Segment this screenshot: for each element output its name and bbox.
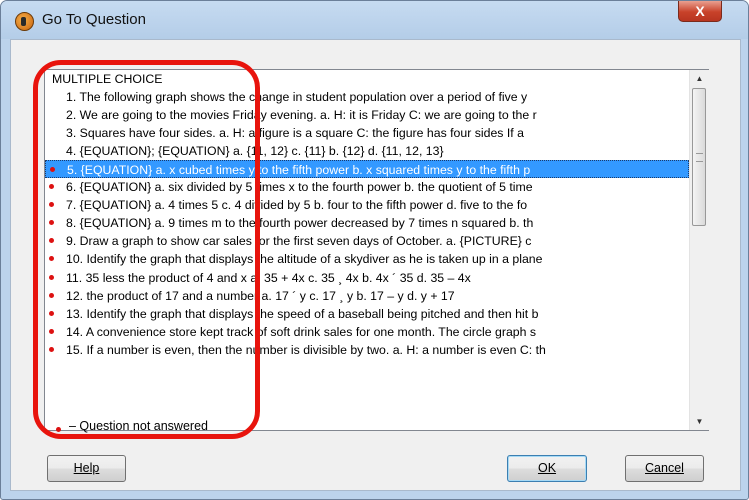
legend-label: – Question not answered	[69, 419, 208, 433]
help-button[interactable]: Help	[47, 455, 126, 482]
question-text: 10. Identify the graph that displays the…	[66, 252, 543, 267]
question-text: 13. Identify the graph that displays the…	[66, 306, 539, 321]
question-row[interactable]: 1. The following graph shows the change …	[45, 88, 689, 106]
unanswered-dot-icon	[49, 184, 54, 189]
scroll-down-arrow-icon[interactable]: ▼	[690, 413, 709, 430]
question-row[interactable]: 15. If a number is even, then the number…	[45, 341, 689, 359]
title-bar[interactable]: Go To Question X	[1, 1, 748, 39]
question-row[interactable]: 8. {EQUATION} a. 9 times m to the fourth…	[45, 214, 689, 232]
question-text: 12. the product of 17 and a number a. 17…	[66, 288, 455, 303]
question-text: 5. {EQUATION} a. x cubed times y to the …	[67, 162, 531, 177]
question-list[interactable]: MULTIPLE CHOICE 1. The following graph s…	[44, 69, 709, 431]
question-text: 15. If a number is even, then the number…	[66, 342, 546, 357]
unanswered-dot-icon	[49, 274, 54, 280]
question-text: 3. Squares have four sides. a. H: a figu…	[66, 125, 524, 140]
list-scrollbar[interactable]: ▲ ▼	[689, 70, 709, 430]
unanswered-dot-icon	[49, 220, 54, 226]
question-row[interactable]: 11. 35 less the product of 4 and x a. 35…	[45, 269, 689, 287]
unanswered-dot-icon	[49, 328, 54, 334]
question-row[interactable]: 7. {EQUATION} a. 4 times 5 c. 4 divided …	[45, 196, 689, 214]
ok-button-label: OK	[537, 461, 557, 475]
question-text: 14. A convenience store kept track of so…	[66, 324, 537, 339]
question-row[interactable]: 5. {EQUATION} a. x cubed times y to the …	[45, 159, 689, 178]
cancel-button-label: Cancel	[645, 461, 684, 475]
unanswered-dot-icon	[56, 427, 61, 432]
question-text: 9. Draw a graph to show car sales for th…	[66, 234, 532, 249]
cancel-button[interactable]: Cancel	[625, 455, 704, 482]
app-icon	[15, 12, 34, 31]
go-to-question-dialog: Go To Question X MULTIPLE CHOICE 1. The …	[0, 0, 749, 500]
question-text: 6. {EQUATION} a. six divided by 5 times …	[66, 180, 533, 194]
unanswered-dot-icon	[50, 166, 55, 172]
question-list-items: MULTIPLE CHOICE 1. The following graph s…	[45, 70, 689, 430]
unanswered-dot-icon	[49, 256, 54, 262]
help-button-label: Help	[73, 461, 100, 475]
question-text: 1. The following graph shows the change …	[66, 89, 528, 104]
question-row[interactable]: 12. the product of 17 and a number a. 17…	[45, 287, 689, 305]
ok-button[interactable]: OK	[507, 455, 587, 482]
list-header-label: MULTIPLE CHOICE	[52, 72, 163, 86]
question-text: 8. {EQUATION} a. 9 times m to the fourth…	[66, 216, 534, 231]
scroll-grip-icon	[696, 153, 703, 162]
question-row[interactable]: 9. Draw a graph to show car sales for th…	[45, 232, 689, 250]
unanswered-dot-icon	[49, 238, 54, 244]
list-header: MULTIPLE CHOICE	[45, 70, 689, 88]
unanswered-dot-icon	[49, 292, 54, 298]
unanswered-dot-icon	[49, 346, 54, 352]
scroll-thumb[interactable]	[692, 88, 706, 226]
dialog-body: MULTIPLE CHOICE 1. The following graph s…	[10, 39, 741, 491]
question-row[interactable]: 2. We are going to the movies Friday eve…	[45, 106, 689, 124]
unanswered-dot-icon	[49, 202, 54, 208]
question-row[interactable]: 4. {EQUATION}; {EQUATION} a. {11, 12} c.…	[45, 142, 689, 160]
question-row[interactable]: 3. Squares have four sides. a. H: a figu…	[45, 124, 689, 142]
close-button[interactable]: X	[678, 1, 722, 22]
question-text: 2. We are going to the movies Friday eve…	[66, 107, 537, 122]
scroll-up-arrow-icon[interactable]: ▲	[690, 70, 709, 87]
question-text: 11. 35 less the product of 4 and x a. 35…	[66, 270, 471, 285]
question-text: 7. {EQUATION} a. 4 times 5 c. 4 divided …	[66, 198, 528, 213]
question-row[interactable]: 14. A convenience store kept track of so…	[45, 323, 689, 341]
question-row[interactable]: 13. Identify the graph that displays the…	[45, 305, 689, 323]
unanswered-dot-icon	[49, 310, 54, 316]
question-text: 4. {EQUATION}; {EQUATION} a. {11, 12} c.…	[66, 143, 444, 158]
dialog-title: Go To Question	[42, 11, 146, 28]
question-row[interactable]: 6. {EQUATION} a. six divided by 5 times …	[45, 178, 689, 196]
question-row[interactable]: 10. Identify the graph that displays the…	[45, 250, 689, 268]
